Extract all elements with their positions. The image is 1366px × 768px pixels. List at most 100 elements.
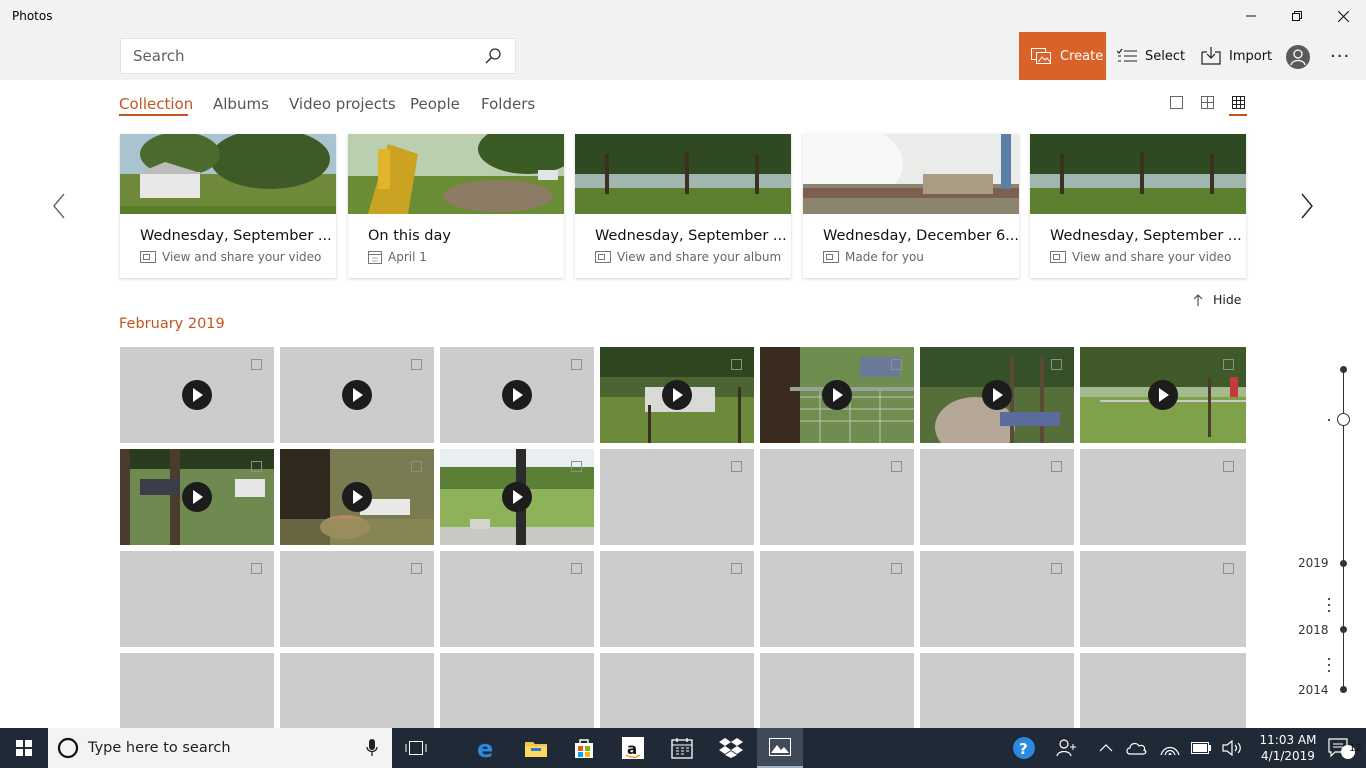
select-checkbox[interactable] <box>731 359 742 370</box>
select-checkbox[interactable] <box>891 461 902 472</box>
small-view-icon[interactable] <box>1231 95 1247 111</box>
featured-card[interactable]: On this day April 1 <box>348 134 564 278</box>
select-checkbox[interactable] <box>1051 563 1062 574</box>
video-tile[interactable] <box>760 347 914 443</box>
photo-tile[interactable] <box>440 551 594 647</box>
select-checkbox[interactable] <box>571 461 582 472</box>
taskbar-app-dropbox[interactable] <box>708 728 754 768</box>
select-checkbox[interactable] <box>411 461 422 472</box>
import-button[interactable]: Import <box>1201 32 1272 80</box>
select-checkbox[interactable] <box>251 461 262 472</box>
select-checkbox[interactable] <box>571 563 582 574</box>
select-checkbox[interactable] <box>1223 359 1234 370</box>
help-tray-icon[interactable]: ? <box>1001 728 1047 768</box>
taskbar-app-photos[interactable] <box>757 728 803 768</box>
video-tile[interactable] <box>120 449 274 545</box>
tab-albums[interactable]: Albums <box>213 95 269 113</box>
select-checkbox[interactable] <box>571 359 582 370</box>
photo-tile[interactable] <box>280 653 434 728</box>
featured-card[interactable]: Wednesday, September ... View and share … <box>120 134 336 278</box>
taskbar-app-calendar[interactable] <box>659 728 705 768</box>
video-tile[interactable] <box>440 347 594 443</box>
photo-tile[interactable] <box>920 653 1074 728</box>
photo-tile[interactable] <box>760 551 914 647</box>
featured-card[interactable]: Wednesday, September ... View and share … <box>1030 134 1246 278</box>
search-input[interactable] <box>133 47 473 65</box>
photo-tile[interactable] <box>440 653 594 728</box>
video-tile[interactable] <box>280 347 434 443</box>
photo-tile[interactable] <box>1080 449 1246 545</box>
svg-text:e: e <box>477 736 493 760</box>
photo-tile[interactable] <box>280 551 434 647</box>
photo-tile[interactable] <box>600 653 754 728</box>
hide-button[interactable]: Hide <box>1193 292 1242 307</box>
featured-card[interactable]: Wednesday, December 6... Made for you <box>803 134 1019 278</box>
microphone-icon[interactable] <box>366 739 378 757</box>
video-tile[interactable] <box>600 347 754 443</box>
select-checkbox[interactable] <box>731 461 742 472</box>
photo-tile[interactable] <box>760 449 914 545</box>
large-view-icon[interactable] <box>1169 95 1185 111</box>
photo-tile[interactable] <box>920 551 1074 647</box>
card-subtitle: View and share your video <box>1072 250 1232 264</box>
select-checkbox[interactable] <box>251 359 262 370</box>
search-icon[interactable] <box>485 48 501 64</box>
video-tile[interactable] <box>920 347 1074 443</box>
tab-collection[interactable]: Collection <box>119 95 193 113</box>
next-arrow-icon[interactable] <box>1296 192 1320 220</box>
timeline-year[interactable]: 2019 <box>1298 556 1329 570</box>
action-center-button[interactable]: 12 <box>1318 728 1364 768</box>
play-icon <box>182 380 212 410</box>
photo-tile[interactable] <box>120 551 274 647</box>
taskbar-app-store[interactable] <box>561 728 607 768</box>
video-tile[interactable] <box>440 449 594 545</box>
photo-tile[interactable] <box>1080 653 1246 728</box>
taskbar-search[interactable]: Type here to search <box>48 728 392 768</box>
more-options-button[interactable]: ··· <box>1330 46 1350 67</box>
select-checkbox[interactable] <box>1051 461 1062 472</box>
photo-tile[interactable] <box>600 551 754 647</box>
featured-card[interactable]: Wednesday, September ... View and share … <box>575 134 791 278</box>
photo-tile[interactable] <box>1080 551 1246 647</box>
tab-people[interactable]: People <box>410 95 460 113</box>
photo-tile[interactable] <box>920 449 1074 545</box>
tab-folders[interactable]: Folders <box>481 95 535 113</box>
photo-tile[interactable] <box>600 449 754 545</box>
taskbar-app-edge[interactable]: e <box>464 728 510 768</box>
volume-tray-icon[interactable] <box>1209 728 1255 768</box>
photo-tile[interactable] <box>760 653 914 728</box>
select-checkbox[interactable] <box>251 563 262 574</box>
tab-video-projects[interactable]: Video projects <box>289 95 396 113</box>
timeline-year[interactable]: 2018 <box>1298 623 1329 637</box>
select-checkbox[interactable] <box>1223 563 1234 574</box>
start-button[interactable] <box>0 728 48 768</box>
search-box[interactable] <box>120 38 516 74</box>
select-checkbox[interactable] <box>1223 461 1234 472</box>
select-checkbox[interactable] <box>731 563 742 574</box>
select-checkbox[interactable] <box>891 359 902 370</box>
select-checkbox[interactable] <box>411 359 422 370</box>
photo-tile[interactable] <box>120 653 274 728</box>
medium-view-icon[interactable] <box>1200 95 1216 111</box>
select-checkbox[interactable] <box>1051 359 1062 370</box>
video-tile[interactable] <box>1080 347 1246 443</box>
timeline-handle[interactable] <box>1337 413 1350 426</box>
account-avatar[interactable] <box>1286 45 1310 69</box>
select-checkbox[interactable] <box>891 563 902 574</box>
previous-arrow-icon[interactable] <box>48 192 72 220</box>
create-button[interactable]: Create <box>1019 32 1106 80</box>
system-clock[interactable]: 11:03 AM 4/1/2019 <box>1256 732 1320 764</box>
select-checkbox[interactable] <box>411 563 422 574</box>
minimize-button[interactable] <box>1228 0 1274 32</box>
select-button[interactable]: Select <box>1117 32 1185 80</box>
video-tile[interactable] <box>280 449 434 545</box>
task-view-button[interactable] <box>393 728 439 768</box>
close-button[interactable] <box>1320 0 1366 32</box>
timeline-tick <box>1328 610 1330 612</box>
taskbar-app-file-explorer[interactable] <box>513 728 559 768</box>
photos-icon <box>769 738 791 756</box>
video-tile[interactable] <box>120 347 274 443</box>
restore-button[interactable] <box>1274 0 1320 32</box>
taskbar-app-amazon[interactable]: a <box>610 728 656 768</box>
timeline-year[interactable]: 2014 <box>1298 683 1329 697</box>
